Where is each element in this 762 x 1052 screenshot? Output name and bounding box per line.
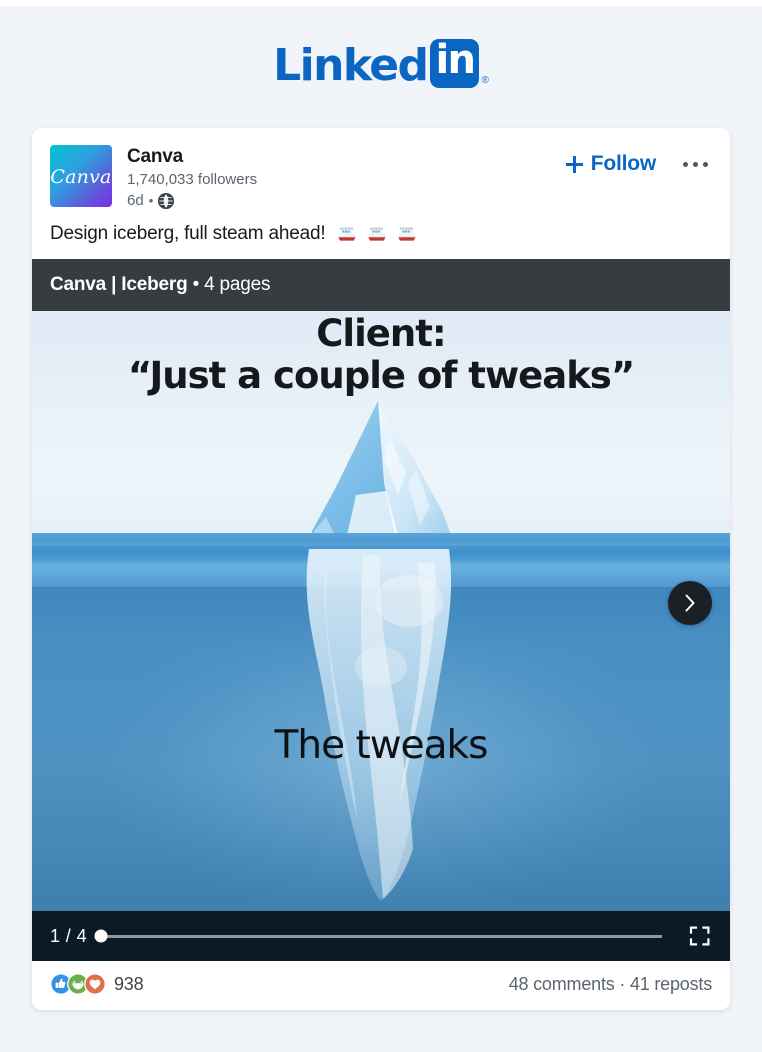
ship-emoji xyxy=(368,227,387,241)
linkedin-in-box: in xyxy=(430,37,480,88)
ship-emoji xyxy=(338,227,357,241)
linkedin-in-text: in xyxy=(435,37,476,83)
header-actions: Follow xyxy=(565,152,712,176)
love-icon xyxy=(84,973,106,996)
carousel-document-name: Canva | Iceberg xyxy=(50,274,188,296)
carousel-slide[interactable]: Client: “Just a couple of tweaks” The tw… xyxy=(32,311,730,912)
document-carousel: Canva | Iceberg • 4 pages Client: “Just … xyxy=(32,259,730,962)
author-followers: 1,740,033 followers xyxy=(127,170,258,188)
plus-icon xyxy=(565,155,583,173)
fullscreen-icon[interactable] xyxy=(688,924,712,948)
carousel-next-button[interactable] xyxy=(668,581,712,626)
wave-highlight xyxy=(32,543,730,547)
follow-button-label: Follow xyxy=(590,152,656,175)
linkedin-wordmark-text: Linked xyxy=(273,39,429,91)
post-text: Design iceberg, full steam ahead! xyxy=(50,223,326,245)
avatar-label: Canva xyxy=(50,166,112,188)
carousel-progress-slider[interactable] xyxy=(94,929,662,943)
progress-knob[interactable] xyxy=(94,929,108,943)
reaction-count: 938 xyxy=(114,973,144,994)
registered-mark: ® xyxy=(481,74,489,86)
post-text-container: Design iceberg, full steam ahead! xyxy=(32,210,730,259)
follow-button[interactable]: Follow xyxy=(565,152,656,176)
slide-title: Client: “Just a couple of tweaks” xyxy=(32,311,730,396)
linkedin-logo: Linked in ® xyxy=(0,6,762,124)
chevron-right-icon xyxy=(685,594,695,612)
engagement-counts[interactable]: 48 comments · 41 reposts xyxy=(509,974,712,995)
social-counts-row: 938 48 comments · 41 reposts xyxy=(32,961,730,1011)
ship-emoji xyxy=(398,227,417,241)
meta-separator: • xyxy=(148,192,154,208)
slide-title-line1: Client: xyxy=(316,312,446,356)
carousel-bottombar: 1 / 4 xyxy=(32,911,730,962)
carousel-page-meta: • 4 pages xyxy=(187,274,271,296)
ellipsis-icon[interactable] xyxy=(678,158,712,171)
globe-icon xyxy=(158,192,175,209)
post-header: Canva Canva 1,740,033 followers 6d • Fol… xyxy=(32,128,730,210)
carousel-topbar: Canva | Iceberg • 4 pages xyxy=(32,259,730,312)
post-card: Canva Canva 1,740,033 followers 6d • Fol… xyxy=(32,128,730,1011)
author-name[interactable]: Canva xyxy=(127,146,257,169)
emoji-row xyxy=(335,224,418,244)
reactions-group[interactable]: 938 xyxy=(50,973,144,996)
slide-title-line2: “Just a couple of tweaks” xyxy=(127,353,635,397)
page-background: Linked in ® Canva Canva 1,740,033 follow… xyxy=(0,0,762,1052)
slide-caption: The tweaks xyxy=(274,723,489,769)
linkedin-wordmark: Linked in ® xyxy=(273,37,489,91)
post-meta: 6d • xyxy=(127,192,257,211)
reaction-icons xyxy=(50,973,106,996)
avatar[interactable]: Canva xyxy=(50,145,112,207)
page-counter: 1 / 4 xyxy=(50,925,88,946)
post-timestamp: 6d xyxy=(127,191,144,209)
author-block: Canva 1,740,033 followers 6d • xyxy=(127,145,257,210)
carousel-title: Canva | Iceberg • 4 pages xyxy=(50,274,271,296)
